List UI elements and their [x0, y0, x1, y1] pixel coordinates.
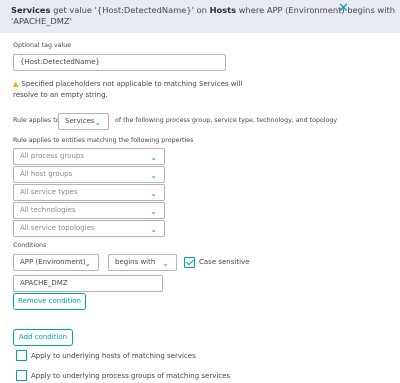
condition-operator-select[interactable]: begins with ⌄	[108, 254, 177, 271]
chevron-down-icon: ⌄	[94, 118, 101, 127]
rule-applies-label: Rule applies to	[13, 117, 60, 124]
host-groups-value: All host groups	[20, 170, 73, 178]
service-topologies-value: All service topologies	[20, 224, 95, 232]
process-groups-value: All process groups	[20, 152, 85, 160]
tag-value-label: Optional tag value	[13, 42, 72, 49]
chevron-down-icon: ⌄	[84, 259, 91, 268]
add-condition-button[interactable]: Add condition	[13, 329, 73, 346]
placeholder-warning: ▲ Specified placeholders not applicable t…	[13, 79, 243, 101]
chevron-down-icon: ⌄	[150, 171, 157, 180]
warning-icon: ▲	[13, 80, 19, 88]
technologies-value: All technologies	[20, 206, 76, 214]
rule-summary-header: Services get value '{Host:DetectedName}'…	[0, 0, 400, 33]
chevron-down-icon: ⌄	[150, 207, 157, 216]
condition-value-input[interactable]: APACHE_DMZ	[13, 275, 163, 292]
rule-applies-value: Services	[65, 117, 95, 125]
chevron-down-icon: ⌄	[150, 225, 157, 234]
host-groups-select[interactable]: All host groups ⌄	[13, 166, 165, 183]
condition-attribute-value: APP (Environment)	[20, 258, 86, 266]
rule-applies-select[interactable]: Services ⌄	[58, 113, 109, 130]
case-sensitive-label: Case sensitive	[199, 258, 250, 266]
apply-hosts-checkbox[interactable]	[16, 350, 27, 361]
chevron-down-icon: ⌄	[162, 259, 169, 268]
apply-process-groups-label: Apply to underlying process groups of ma…	[31, 372, 231, 380]
tag-value-input[interactable]: {Host:DetectedName}	[13, 54, 226, 71]
remove-condition-button[interactable]: Remove condition	[13, 293, 86, 310]
close-icon[interactable]: ✕	[338, 2, 349, 15]
chevron-down-icon: ⌄	[150, 153, 157, 162]
conditions-label: Conditions	[13, 242, 47, 249]
chevron-down-icon: ⌄	[150, 189, 157, 198]
case-sensitive-checkbox[interactable]	[184, 257, 195, 268]
service-topologies-select[interactable]: All service topologies ⌄	[13, 220, 165, 237]
service-types-value: All service types	[20, 188, 78, 196]
technologies-select[interactable]: All technologies ⌄	[13, 202, 165, 219]
service-types-select[interactable]: All service types ⌄	[13, 184, 165, 201]
apply-hosts-label: Apply to underlying hosts of matching se…	[31, 352, 196, 360]
rule-applies-suffix: of the following process group, service …	[115, 117, 338, 124]
condition-attribute-select[interactable]: APP (Environment) ⌄	[13, 254, 99, 271]
warning-text: Specified placeholders not applicable to…	[13, 80, 243, 99]
condition-operator-value: begins with	[115, 258, 156, 266]
apply-process-groups-checkbox[interactable]	[16, 370, 27, 381]
process-groups-select[interactable]: All process groups ⌄	[13, 148, 165, 165]
entities-label: Rule applies to entities matching the fo…	[13, 137, 194, 144]
